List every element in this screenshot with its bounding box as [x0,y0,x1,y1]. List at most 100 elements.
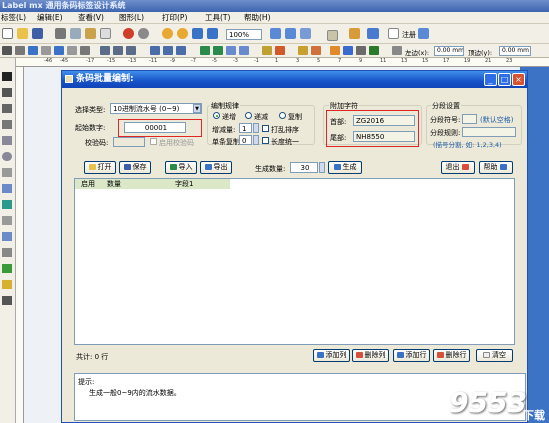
import-button[interactable]: 导入 [165,161,197,174]
dialog-title-bar[interactable]: 条码批量编制: [62,71,527,88]
register-label[interactable]: 注册 [402,30,416,40]
table-tool-icon[interactable] [2,216,12,225]
new-file-icon[interactable] [2,28,13,39]
actual-size-icon[interactable] [207,28,218,39]
exit-button[interactable]: 退出 [441,161,475,174]
cut-icon[interactable] [55,28,66,39]
print-preview-icon[interactable] [285,28,296,39]
image-tool-icon[interactable] [2,200,12,209]
delete-column-button[interactable]: 删除列 [352,349,389,362]
top-coord-input[interactable]: 0.00 mm [499,46,531,56]
redo-icon[interactable] [138,28,149,39]
database-link-icon[interactable] [330,46,340,55]
enable-check-checkbox[interactable] [150,138,157,145]
front-icon[interactable] [226,46,236,55]
check-code-input[interactable] [113,137,145,147]
lock-icon[interactable] [262,46,272,55]
menu-shape[interactable]: 图形(L) [119,13,144,23]
date-tool-icon[interactable] [2,280,12,289]
gen-count-spinner[interactable] [319,162,325,173]
step-input[interactable]: 1 [239,123,252,133]
page-setup-icon[interactable] [300,28,311,39]
minimize-button[interactable]: _ [484,73,497,86]
paste-icon[interactable] [85,28,96,39]
rect-icon[interactable] [54,46,64,55]
about-icon[interactable] [418,28,429,39]
pointer-tool-icon[interactable] [2,72,12,81]
gen-count-input[interactable]: 30 [290,162,318,173]
polygon-tool-icon[interactable] [2,184,12,193]
repeat-spinner[interactable] [253,135,259,145]
counter-icon[interactable] [356,46,366,55]
align-top-icon[interactable] [150,46,160,55]
length-uniform-checkbox[interactable] [262,137,269,144]
grid-icon[interactable] [298,46,308,55]
ellipse-tool-icon[interactable] [2,152,12,161]
line-icon[interactable] [41,46,51,55]
save-icon[interactable] [32,28,43,39]
zoom-select[interactable]: 100% [226,29,262,40]
image-icon[interactable] [80,46,90,55]
rule-copy-radio[interactable] [279,112,286,119]
zoom-out-icon[interactable] [177,28,188,39]
qrcode-tool-icon[interactable] [2,264,12,273]
print-icon[interactable] [270,28,281,39]
menu-print[interactable]: 打印(P) [162,13,187,23]
menu-tools[interactable]: 工具(T) [205,13,230,23]
database-icon[interactable] [349,28,360,39]
align-center-icon[interactable] [113,46,123,55]
add-row-button[interactable]: 添加行 [393,349,430,362]
copy-icon[interactable] [70,28,81,39]
rule-decrease-radio[interactable] [245,112,252,119]
export-button[interactable]: 导出 [200,161,232,174]
save-button[interactable]: 保存 [119,161,151,174]
add-column-button[interactable]: 添加列 [313,349,350,362]
shuffle-checkbox[interactable] [262,125,269,132]
rect-tool-icon[interactable] [2,136,12,145]
repeat-input[interactable]: 0 [239,135,252,145]
grid-header-qty[interactable]: 数量 [107,179,121,189]
date-icon[interactable] [369,46,379,55]
barcode-tool-icon[interactable] [2,88,12,97]
arc-tool-icon[interactable] [2,248,12,257]
ellipse-icon[interactable] [67,46,77,55]
info-icon[interactable] [368,28,379,39]
qrcode-icon[interactable] [15,46,25,55]
maximize-button[interactable]: □ [498,73,511,86]
align-right-icon[interactable] [126,46,136,55]
open-folder-icon[interactable] [17,28,28,39]
menu-view[interactable]: 查看(V) [78,13,104,23]
lock-position-icon[interactable] [392,46,402,55]
text-tool-icon[interactable] [2,104,12,113]
seq-type-select[interactable]: 10进制流水号 (0~9) [110,103,202,114]
step-spinner[interactable] [253,123,259,133]
rule-increase-radio[interactable] [213,112,220,119]
align-middle-icon[interactable] [163,46,173,55]
menu-label[interactable]: 标签(L) [1,13,26,23]
clear-button[interactable]: 清空 [476,349,513,362]
serial-tool-icon[interactable] [2,296,12,305]
undo-icon[interactable] [123,28,134,39]
grid-header-field1[interactable]: 字段1 [175,179,193,189]
text-icon[interactable] [28,46,38,55]
menu-edit[interactable]: 编辑(E) [37,13,63,23]
align-left-icon[interactable] [100,46,110,55]
help-button[interactable]: 帮助 [479,161,513,174]
seg-char-input[interactable] [462,114,477,124]
generate-button[interactable]: 生成 [328,161,362,174]
snap-icon[interactable] [311,46,321,55]
seg-rule-input[interactable] [462,127,516,137]
delete-icon[interactable] [100,28,111,39]
align-bottom-icon[interactable] [176,46,186,55]
unlock-icon[interactable] [275,46,285,55]
barcode-icon[interactable] [2,46,12,55]
back-icon[interactable] [239,46,249,55]
ungroup-icon[interactable] [213,46,223,55]
chevron-down-icon[interactable]: ▼ [193,104,201,113]
delete-row-button[interactable]: 删除行 [433,349,470,362]
group-icon[interactable] [200,46,210,55]
variable-icon[interactable] [343,46,353,55]
batch-edit-icon[interactable] [327,30,338,41]
data-grid[interactable]: 启用 数量 字段1 [74,178,515,345]
zoom-in-icon[interactable] [162,28,173,39]
